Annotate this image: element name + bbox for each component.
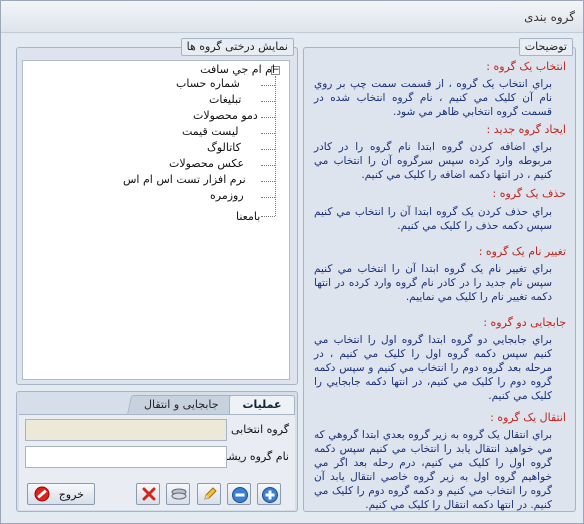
tree-connector xyxy=(261,117,275,118)
section-body: براي جابجايي دو گروه ابتدا گروه اول را ا… xyxy=(314,334,552,402)
section-title: جابجایی دو گروه : xyxy=(483,316,566,329)
tree-connector xyxy=(261,181,275,182)
title-bar: گروه بندی xyxy=(1,1,583,33)
tree-node[interactable]: ليست قيمت xyxy=(182,125,239,138)
x-icon xyxy=(142,487,156,501)
delete-button[interactable] xyxy=(136,483,160,505)
section-title: تغییر نام یک گروه : xyxy=(478,245,566,258)
minus-icon xyxy=(232,487,248,503)
operations-panel: جابجایی و انتقال عملیات گروه انتخابی نام… xyxy=(16,391,298,512)
operations-body: گروه انتخابی نام گروه ریشه خروج xyxy=(19,414,295,510)
section-body: براي اضافه کردن گروه ابتدا نام گروه را د… xyxy=(314,141,552,181)
tab-move-transfer[interactable]: جابجایی و انتقال xyxy=(126,395,236,415)
root-name-field[interactable] xyxy=(25,446,227,468)
tree-root-node[interactable]: ام ام جي سافت xyxy=(200,63,275,76)
rename-button[interactable] xyxy=(197,483,221,505)
exit-label: خروج xyxy=(58,488,84,501)
tree-legend: نمایش درختی گروه ها xyxy=(180,38,294,56)
tree-connector xyxy=(275,76,276,216)
tree-node[interactable]: بامعنا xyxy=(236,210,260,223)
description-legend: توضیحات xyxy=(518,38,573,56)
section-title: انتقال یک گروه : xyxy=(490,411,566,424)
tree-node[interactable]: تبليغات xyxy=(209,93,241,106)
selected-group-field[interactable] xyxy=(25,419,227,441)
tree-connector xyxy=(261,216,275,217)
pencil-icon xyxy=(204,487,217,500)
window-title: گروه بندی xyxy=(524,10,575,24)
main-window: گروه بندی توضیحات انتخاب یک گروه : براي … xyxy=(0,0,584,524)
tree-node[interactable]: کاتالوگ xyxy=(207,141,241,154)
swap-button[interactable] xyxy=(166,483,190,505)
tab-operations[interactable]: عملیات xyxy=(229,395,295,415)
section-body: براي حذف کردن يک گروه ابتدا آن را انتخاب… xyxy=(314,206,552,232)
tree-panel: نمایش درختی گروه ها − ام ام جي سافت شمار… xyxy=(16,38,298,385)
tree-connector xyxy=(261,149,275,150)
tree-node[interactable]: شماره حساب xyxy=(176,77,240,90)
remove-button[interactable] xyxy=(227,483,251,505)
tree-connector xyxy=(261,197,275,198)
tree-node[interactable]: دمو محصولات xyxy=(193,109,258,122)
section-body: براي انتقال يک گروه به زير گروه بعدي ابت… xyxy=(314,429,552,511)
tree-connector xyxy=(261,85,275,86)
tree-node[interactable]: روزمره xyxy=(210,189,244,202)
section-body: براي تغيير نام يک گروه ابتدا آن را انتخا… xyxy=(314,263,552,303)
description-content: انتخاب یک گروه : براي انتخاب يک گروه ، ا… xyxy=(314,60,566,512)
exit-button[interactable]: خروج xyxy=(27,483,95,505)
group-tree[interactable]: − ام ام جي سافت شماره حساب تبليغات دمو م… xyxy=(22,60,290,380)
tree-node[interactable]: عکس محصولات xyxy=(169,157,244,170)
section-title: حذف یک گروه : xyxy=(492,187,566,200)
tree-connector xyxy=(261,133,275,134)
section-title: انتخاب یک گروه : xyxy=(486,60,566,73)
add-button[interactable] xyxy=(257,483,281,505)
section-body: براي انتخاب يک گروه ، از قسمت سمت چپ بر … xyxy=(314,78,552,118)
swap-icon xyxy=(171,488,187,500)
selected-group-label: گروه انتخابی xyxy=(231,423,289,436)
section-title: ایجاد گروه جدید : xyxy=(486,123,566,136)
plus-icon xyxy=(262,487,278,503)
tree-connector xyxy=(261,165,275,166)
description-panel: توضیحات انتخاب یک گروه : براي انتخاب يک … xyxy=(303,38,576,512)
root-name-label: نام گروه ریشه xyxy=(222,450,289,463)
tree-node[interactable]: نرم افزار تست اس ام اس xyxy=(123,173,246,186)
tree-connector xyxy=(261,101,275,102)
no-entry-icon xyxy=(34,486,50,502)
